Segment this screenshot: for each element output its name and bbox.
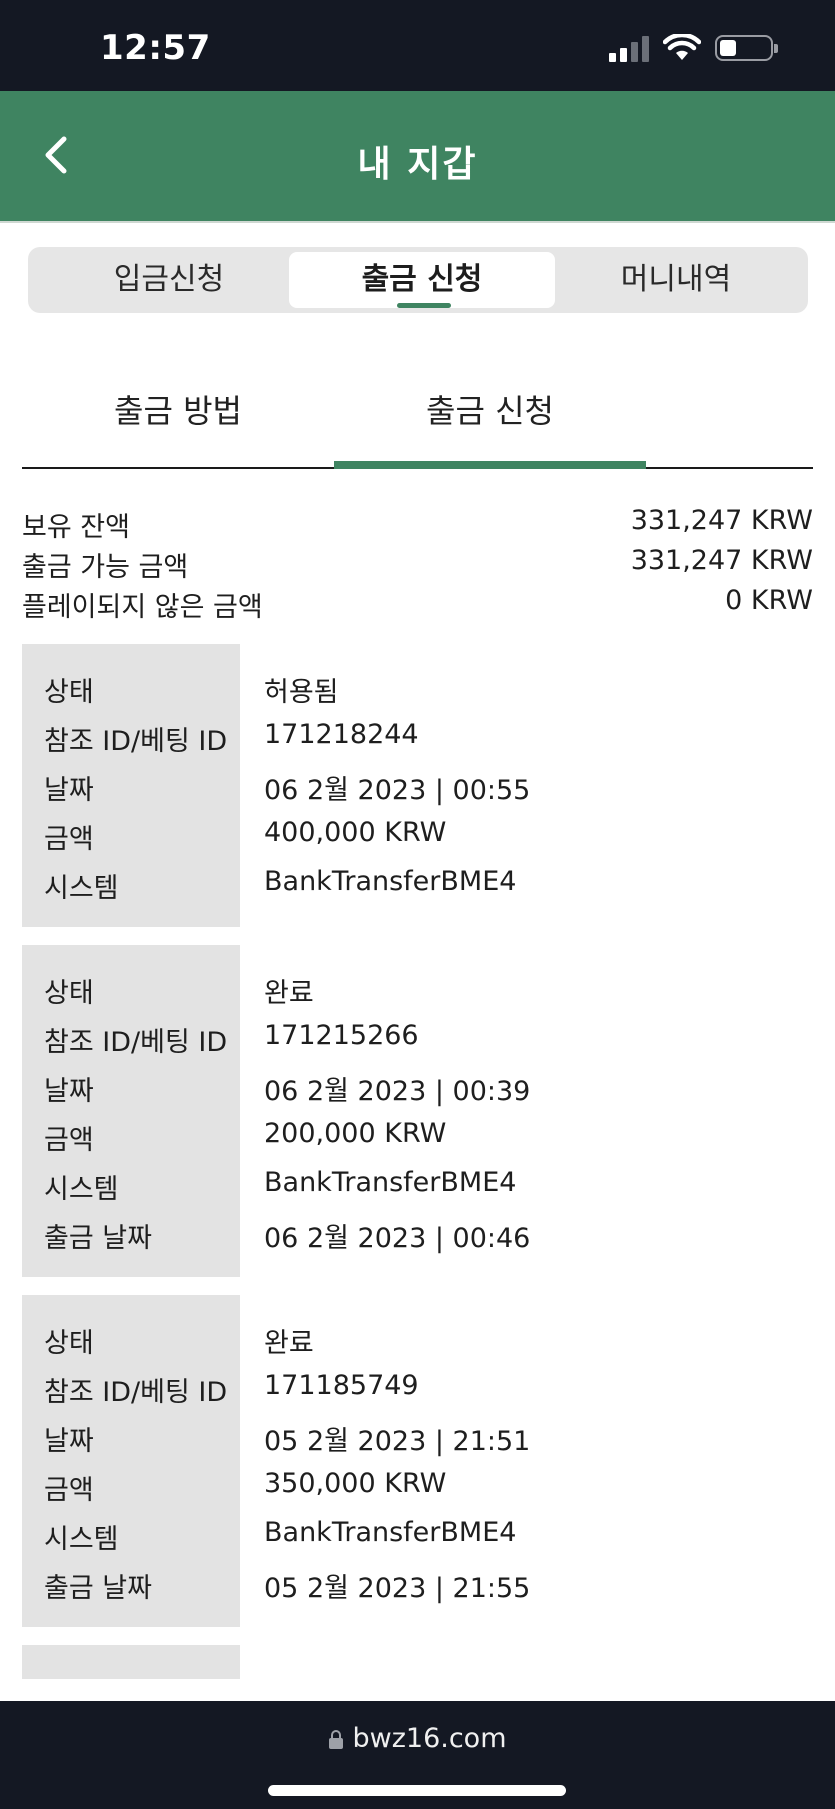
record-field-label: 상태 bbox=[44, 677, 94, 708]
record-values: 완료 171185749 05 2월 2023 | 21:51 350,000 KRW… bbox=[240, 1295, 813, 1627]
record-field-value: 05 2월 2023 | 21:51 bbox=[264, 1426, 531, 1457]
record-field-value: 06 2월 2023 | 00:46 bbox=[264, 1223, 531, 1254]
record-field-value: 06 2월 2023 | 00:39 bbox=[264, 1076, 531, 1107]
balance-row-unplayed: 플레이되지 않은 금액 0 KRW bbox=[22, 585, 813, 625]
balance-value: 331,247 KRW bbox=[630, 505, 813, 536]
withdraw-subtabs: 출금 방법 출금 신청 bbox=[22, 370, 813, 469]
record-field-value: 400,000 KRW bbox=[264, 817, 447, 848]
record-field-value: BankTransferBME4 bbox=[264, 1167, 517, 1198]
app-header: 내 지갑 bbox=[0, 91, 835, 223]
record-values: 허용됨 171218244 06 2월 2023 | 00:55 400,000 KR… bbox=[240, 644, 813, 927]
record-field-value: 05 2월 2023 | 21:55 bbox=[264, 1573, 531, 1604]
record-field-label: 시스템 bbox=[44, 1524, 119, 1555]
active-tab-underline bbox=[397, 303, 451, 308]
balance-value: 331,247 KRW bbox=[630, 545, 813, 576]
record-field-label: 참조 ID/베팅 ID bbox=[44, 1377, 228, 1408]
record-field-label: 상태 bbox=[44, 1671, 240, 1679]
balance-label: 플레이되지 않은 금액 bbox=[22, 592, 263, 623]
balance-label: 출금 가능 금액 bbox=[22, 552, 189, 583]
record-field-label: 시스템 bbox=[44, 873, 119, 904]
withdrawal-record: 상태참조 ID/베팅 ID 날짜금액시스템 허용됨 171218244 06 2월 20… bbox=[22, 644, 813, 927]
record-field-label: 참조 ID/베팅 ID bbox=[44, 1027, 228, 1058]
record-values: 완료 171215266 06 2월 2023 | 00:39 200,000 KRW… bbox=[240, 945, 813, 1277]
balance-summary: 보유 잔액 331,247 KRW 출금 가능 금액 331,247 KRW 플… bbox=[22, 505, 813, 625]
record-field-value: 200,000 KRW bbox=[264, 1118, 447, 1149]
battery-icon bbox=[715, 35, 778, 61]
record-field-label: 날짜 bbox=[44, 1426, 94, 1457]
record-field-label: 날짜 bbox=[44, 1076, 94, 1107]
wifi-icon bbox=[663, 34, 701, 60]
subtab-withdraw-request[interactable]: 출금 신청 bbox=[334, 386, 646, 432]
record-labels: 상태참조 ID/베팅 ID 날짜금액시스템출금 날짜 bbox=[22, 945, 240, 1277]
withdrawal-record: 상태참조 ID/베팅 ID 날짜금액시스템출금 날짜 완료 171185749 05 2… bbox=[22, 1295, 813, 1627]
record-field-value: 완료 bbox=[264, 978, 314, 1009]
record-labels: 상태 bbox=[22, 1645, 240, 1679]
status-bar: 12:57 bbox=[0, 0, 835, 91]
record-field-value: 171185749 bbox=[264, 1370, 419, 1401]
record-field-value: 171215266 bbox=[264, 1020, 419, 1051]
record-field-label: 금액 bbox=[44, 1475, 94, 1506]
home-indicator[interactable] bbox=[268, 1785, 566, 1796]
record-field-value: 171218244 bbox=[264, 719, 419, 750]
balance-label: 보유 잔액 bbox=[22, 512, 130, 543]
lock-icon bbox=[328, 1730, 343, 1749]
record-field-label: 금액 bbox=[44, 1125, 94, 1156]
tab-withdraw-request-label: 출금 신청 bbox=[361, 262, 483, 297]
subtab-withdraw-method[interactable]: 출금 방법 bbox=[22, 386, 334, 432]
record-field-value: 완료 bbox=[264, 1671, 813, 1679]
balance-row-withdrawable: 출금 가능 금액 331,247 KRW bbox=[22, 545, 813, 585]
record-field-label: 참조 ID/베팅 ID bbox=[44, 726, 228, 757]
balance-row-held: 보유 잔액 331,247 KRW bbox=[22, 505, 813, 545]
cellular-signal-icon bbox=[609, 34, 649, 62]
browser-url-bar[interactable]: bwz16.com bbox=[0, 1723, 835, 1754]
withdrawal-record: 상태참조 ID/베팅 ID 날짜금액시스템출금 날짜 완료 171215266 06 2… bbox=[22, 945, 813, 1277]
record-field-value: 350,000 KRW bbox=[264, 1468, 447, 1499]
status-time: 12:57 bbox=[100, 28, 211, 68]
url-text: bwz16.com bbox=[352, 1723, 507, 1754]
record-field-label: 날짜 bbox=[44, 775, 94, 806]
tab-deposit-request[interactable]: 입금신청 bbox=[36, 252, 302, 308]
tab-withdraw-request[interactable]: 출금 신청 bbox=[289, 252, 555, 308]
record-field-value: BankTransferBME4 bbox=[264, 1517, 517, 1548]
tab-money-history[interactable]: 머니내역 bbox=[543, 252, 809, 308]
status-icons bbox=[609, 34, 778, 62]
record-values: 완료 bbox=[240, 1645, 813, 1679]
record-field-label: 상태 bbox=[44, 1328, 94, 1359]
page-title: 내 지갑 bbox=[357, 144, 478, 185]
record-field-value: 06 2월 2023 | 00:55 bbox=[264, 775, 531, 806]
active-subtab-indicator bbox=[334, 461, 646, 469]
record-field-label: 금액 bbox=[44, 824, 94, 855]
wallet-segment-tabs: 입금신청 출금 신청 머니내역 bbox=[28, 247, 808, 313]
record-field-value: BankTransferBME4 bbox=[264, 866, 517, 897]
record-field-label: 시스템 bbox=[44, 1174, 119, 1205]
withdrawal-records-list[interactable]: 상태 참조 ID/베팅 ID 날짜 금액 시스템 허용됨 171218244 06 2월 20… bbox=[22, 644, 813, 1679]
record-field-label: 출금 날짜 bbox=[44, 1573, 152, 1604]
record-field-label: 출금 날짜 bbox=[44, 1223, 152, 1254]
browser-bottom-bar: bwz16.com bbox=[0, 1701, 835, 1809]
record-labels: 상태참조 ID/베팅 ID 날짜금액시스템출금 날짜 bbox=[22, 1295, 240, 1627]
record-field-value: 허용됨 bbox=[264, 677, 339, 708]
withdrawal-record: 상태 완료 bbox=[22, 1645, 813, 1679]
record-labels: 상태참조 ID/베팅 ID 날짜금액시스템 bbox=[22, 644, 240, 927]
record-field-label: 상태 bbox=[44, 978, 94, 1009]
record-field-value: 완료 bbox=[264, 1328, 314, 1359]
balance-value: 0 KRW bbox=[725, 585, 813, 616]
